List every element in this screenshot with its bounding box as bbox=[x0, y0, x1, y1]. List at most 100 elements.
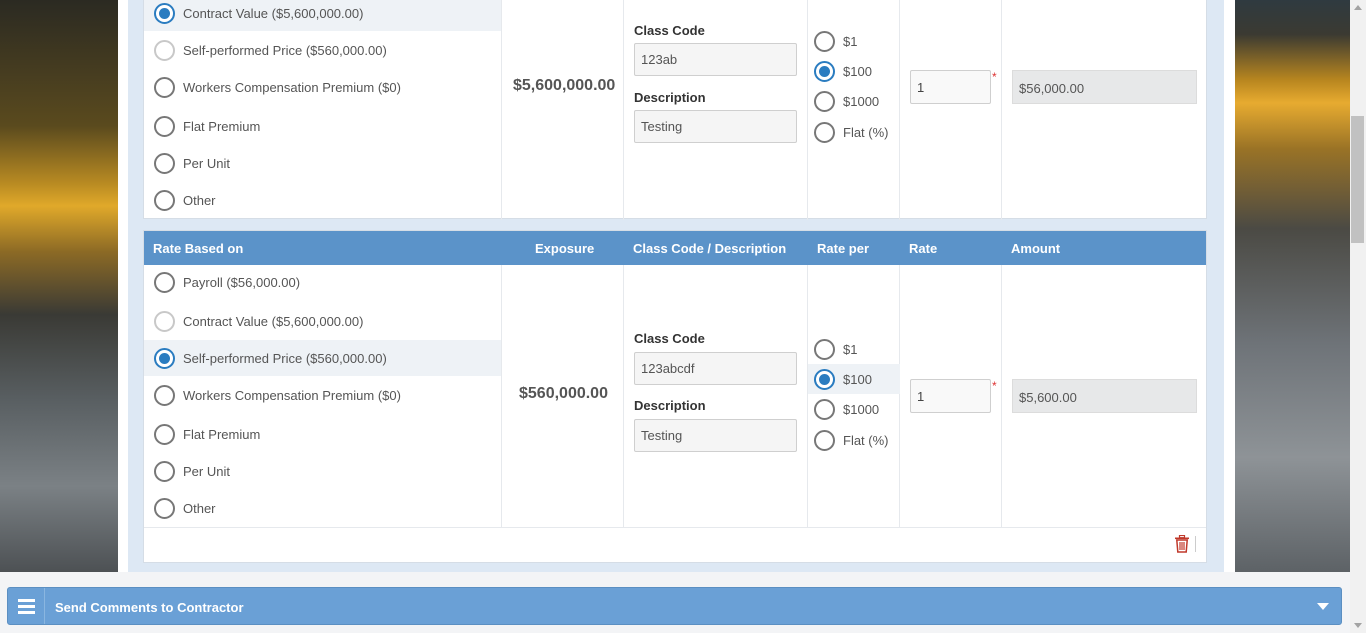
rate-basis-label: Self-performed Price ($560,000.00) bbox=[183, 42, 387, 58]
description-label: Description bbox=[634, 398, 706, 413]
row-divider bbox=[144, 527, 1206, 528]
header-rate-based-on: Rate Based on bbox=[153, 241, 244, 256]
amount-field: $56,000.00 bbox=[1012, 70, 1197, 104]
rate-per-label: $1000 bbox=[843, 401, 880, 417]
radio-button[interactable] bbox=[814, 60, 835, 82]
rate-basis-label: Contract Value ($5,600,000.00) bbox=[183, 313, 364, 329]
column-divider bbox=[1001, 265, 1002, 528]
send-comments-panel-header[interactable]: Send Comments to Contractor bbox=[7, 587, 1342, 625]
radio-button[interactable] bbox=[814, 90, 835, 112]
radio-button[interactable] bbox=[154, 423, 175, 445]
header-class-code-description: Class Code / Description bbox=[633, 241, 787, 256]
rate-per-label: $1 bbox=[843, 33, 858, 49]
column-divider bbox=[501, 265, 502, 528]
required-indicator: * bbox=[992, 70, 997, 84]
column-divider bbox=[623, 265, 624, 528]
class-code-input[interactable] bbox=[634, 43, 797, 76]
column-divider bbox=[501, 0, 502, 220]
action-divider bbox=[1195, 536, 1196, 552]
rate-per-option[interactable]: Flat (%) bbox=[808, 425, 900, 455]
rate-per-label: $100 bbox=[843, 63, 872, 79]
radio-button[interactable] bbox=[814, 121, 835, 143]
rate-per-option[interactable]: $100 bbox=[808, 364, 900, 394]
description-input[interactable] bbox=[634, 419, 797, 452]
vertical-scrollbar[interactable] bbox=[1350, 0, 1366, 633]
radio-button[interactable] bbox=[154, 310, 175, 332]
header-amount: Amount bbox=[1011, 241, 1061, 256]
radio-button[interactable] bbox=[814, 338, 835, 360]
radio-button[interactable] bbox=[814, 368, 835, 390]
rate-basis-option[interactable]: Self-performed Price ($560,000.00) bbox=[144, 32, 501, 68]
header-rate: Rate bbox=[909, 241, 938, 256]
rate-basis-label: Per Unit bbox=[183, 463, 230, 479]
chevron-down-icon[interactable] bbox=[1317, 603, 1329, 610]
amount-field: $5,600.00 bbox=[1012, 379, 1197, 413]
rate-per-label: $100 bbox=[843, 371, 872, 387]
rate-per-option[interactable]: $1000 bbox=[808, 86, 900, 116]
column-divider bbox=[623, 0, 624, 220]
rate-basis-label: Workers Compensation Premium ($0) bbox=[183, 387, 401, 403]
trash-icon[interactable] bbox=[1174, 535, 1190, 553]
rate-basis-option[interactable]: Contract Value ($5,600,000.00) bbox=[144, 303, 501, 339]
rate-basis-label: Self-performed Price ($560,000.00) bbox=[183, 350, 387, 366]
radio-button[interactable] bbox=[814, 429, 835, 451]
rate-basis-option[interactable]: Self-performed Price ($560,000.00) bbox=[144, 340, 501, 376]
radio-button[interactable] bbox=[154, 115, 175, 137]
rate-basis-option[interactable]: Workers Compensation Premium ($0) bbox=[144, 377, 501, 413]
rate-basis-option[interactable]: Per Unit bbox=[144, 145, 501, 181]
rate-basis-label: Per Unit bbox=[183, 155, 230, 171]
scroll-down-arrow-icon[interactable] bbox=[1354, 623, 1362, 628]
rate-basis-label: Flat Premium bbox=[183, 426, 261, 442]
rate-input[interactable] bbox=[910, 70, 991, 104]
rate-per-option[interactable]: $1000 bbox=[808, 394, 900, 424]
send-comments-title: Send Comments to Contractor bbox=[55, 600, 244, 615]
radio-button[interactable] bbox=[814, 30, 835, 52]
rate-basis-label: Other bbox=[183, 500, 216, 516]
menu-icon bbox=[8, 588, 45, 624]
scroll-up-arrow-icon[interactable] bbox=[1354, 5, 1362, 10]
radio-button[interactable] bbox=[154, 460, 175, 482]
exposure-value: $5,600,000.00 bbox=[513, 77, 616, 94]
rate-basis-option[interactable]: Flat Premium bbox=[144, 416, 501, 452]
required-indicator: * bbox=[992, 379, 997, 393]
radio-button[interactable] bbox=[154, 39, 175, 61]
radio-button[interactable] bbox=[154, 189, 175, 211]
rate-basis-option[interactable]: Flat Premium bbox=[144, 108, 501, 144]
radio-button[interactable] bbox=[154, 497, 175, 519]
rate-per-label: $1000 bbox=[843, 93, 880, 109]
radio-button[interactable] bbox=[154, 384, 175, 406]
rate-basis-label: Contract Value ($5,600,000.00) bbox=[183, 5, 364, 21]
rating-table-1: Contract Value ($5,600,000.00) Self-perf… bbox=[143, 0, 1207, 220]
radio-button[interactable] bbox=[814, 398, 835, 420]
rate-input[interactable] bbox=[910, 379, 991, 413]
rate-per-option[interactable]: $100 bbox=[808, 56, 900, 86]
rate-per-option[interactable]: $1 bbox=[808, 334, 900, 364]
class-code-label: Class Code bbox=[634, 23, 705, 38]
rate-basis-label: Workers Compensation Premium ($0) bbox=[183, 79, 401, 95]
radio-button[interactable] bbox=[154, 76, 175, 98]
rate-per-option[interactable]: $1 bbox=[808, 26, 900, 56]
rate-basis-option[interactable]: Contract Value ($5,600,000.00) bbox=[144, 0, 501, 31]
rate-per-option[interactable]: Flat (%) bbox=[808, 117, 900, 147]
radio-button[interactable] bbox=[154, 271, 175, 293]
background-image-left bbox=[0, 0, 118, 572]
description-input[interactable] bbox=[634, 110, 797, 143]
rate-basis-option[interactable]: Workers Compensation Premium ($0) bbox=[144, 69, 501, 105]
rate-basis-label: Other bbox=[183, 192, 216, 208]
radio-button[interactable] bbox=[154, 347, 175, 369]
rate-per-label: Flat (%) bbox=[843, 432, 889, 448]
radio-button[interactable] bbox=[154, 2, 175, 24]
column-divider bbox=[1001, 0, 1002, 220]
rate-basis-option[interactable]: Per Unit bbox=[144, 453, 501, 489]
class-code-label: Class Code bbox=[634, 331, 705, 346]
rate-basis-option[interactable]: Other bbox=[144, 490, 501, 526]
table-header: Rate Based on Exposure Class Code / Desc… bbox=[144, 231, 1206, 265]
class-code-input[interactable] bbox=[634, 352, 797, 385]
rate-basis-label: Flat Premium bbox=[183, 118, 261, 134]
rate-basis-option[interactable]: Payroll ($56,000.00) bbox=[144, 264, 501, 300]
rate-per-label: Flat (%) bbox=[843, 124, 889, 140]
rate-basis-option[interactable]: Other bbox=[144, 182, 501, 218]
rate-basis-label: Payroll ($56,000.00) bbox=[183, 274, 301, 290]
scrollbar-thumb[interactable] bbox=[1351, 116, 1364, 243]
radio-button[interactable] bbox=[154, 152, 175, 174]
